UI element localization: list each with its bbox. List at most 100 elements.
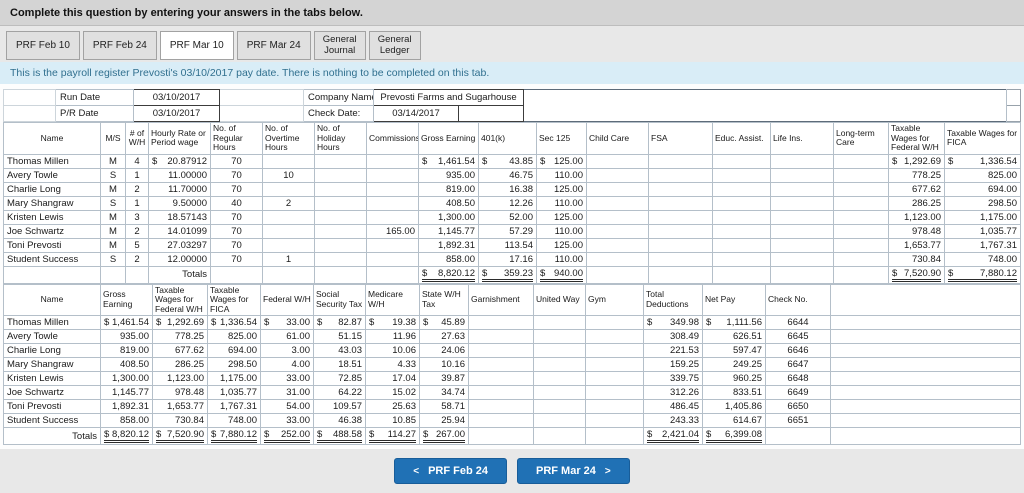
table-row: Charlie Long M 2 11.70000 70 819.00 16.38 125.0… bbox=[3, 181, 1021, 197]
cell: 312.26 bbox=[643, 385, 703, 401]
totals-cell bbox=[125, 265, 149, 284]
cell: 57.29 bbox=[478, 223, 537, 239]
cell bbox=[366, 195, 419, 211]
cell: 778.25 bbox=[888, 167, 945, 183]
cell: 11.96 bbox=[365, 329, 420, 345]
column-header: Sec 125 bbox=[536, 122, 587, 155]
cell: 4.33 bbox=[365, 357, 420, 373]
spacer bbox=[830, 283, 1021, 317]
payroll-register: Run Date 03/10/2017 Company Name: Prevos… bbox=[0, 84, 1024, 450]
cell: 70 bbox=[210, 167, 263, 183]
tab-general-ledger[interactable]: General Ledger bbox=[368, 31, 421, 60]
cell: 110.00 bbox=[536, 251, 587, 267]
cell: 31.00 bbox=[260, 385, 314, 401]
column-header: Check No. bbox=[765, 283, 831, 317]
cell bbox=[712, 153, 771, 169]
cell bbox=[533, 357, 586, 373]
cell bbox=[770, 237, 834, 253]
column-header: # of W/H bbox=[125, 122, 149, 155]
tab-prf-mar-24[interactable]: PRF Mar 24 bbox=[236, 31, 311, 60]
cell: 17.16 bbox=[478, 251, 537, 267]
cell: $20.87912 bbox=[148, 153, 211, 169]
totals-cell: $252.00 bbox=[260, 427, 314, 446]
cell: 858.00 bbox=[100, 413, 153, 429]
cell: 3.00 bbox=[260, 343, 314, 359]
cell: 10.16 bbox=[419, 357, 469, 373]
cell: 748.00 bbox=[207, 413, 261, 429]
cell bbox=[770, 251, 834, 267]
cell bbox=[533, 371, 586, 387]
spacer bbox=[523, 89, 1007, 106]
cell bbox=[833, 181, 889, 197]
cell: $125.00 bbox=[536, 153, 587, 169]
cell: 694.00 bbox=[207, 343, 261, 359]
cell: 597.47 bbox=[702, 343, 766, 359]
cell: 52.00 bbox=[478, 209, 537, 225]
cell: $19.38 bbox=[365, 315, 420, 331]
cell bbox=[648, 195, 713, 211]
cell: Student Success bbox=[3, 413, 101, 429]
cell: Kristen Lewis bbox=[3, 371, 101, 387]
register-header-block: Run Date 03/10/2017 Company Name: Prevos… bbox=[3, 89, 1021, 122]
column-header: Taxable Wages for FICA bbox=[944, 122, 1021, 155]
cell: 960.25 bbox=[702, 371, 766, 387]
tab-prf-mar-10[interactable]: PRF Mar 10 bbox=[159, 31, 234, 60]
table-row: Student Success S 2 12.00000 70 1 858.00 17.16 1… bbox=[3, 251, 1021, 267]
cell bbox=[648, 237, 713, 253]
prev-tab-button[interactable]: < PRF Feb 24 bbox=[394, 458, 507, 485]
spacer bbox=[523, 105, 1007, 122]
cell bbox=[648, 251, 713, 267]
tab-general-journal[interactable]: General Journal bbox=[313, 31, 366, 60]
totals-cell bbox=[765, 427, 831, 446]
cell bbox=[533, 343, 586, 359]
totals-cell: $940.00 bbox=[536, 265, 587, 284]
chevron-right-icon: > bbox=[604, 465, 611, 477]
cell bbox=[833, 167, 889, 183]
column-header: No. of Overtime Hours bbox=[262, 122, 315, 155]
column-header: No. of Regular Hours bbox=[210, 122, 263, 155]
cell: 243.33 bbox=[643, 413, 703, 429]
tab-prf-feb-24[interactable]: PRF Feb 24 bbox=[82, 31, 157, 60]
cell bbox=[468, 343, 534, 359]
cell bbox=[586, 223, 649, 239]
empty-value-box bbox=[457, 105, 525, 122]
cell bbox=[833, 153, 889, 169]
cell: 43.03 bbox=[313, 343, 366, 359]
end-cell bbox=[1006, 105, 1021, 122]
cell bbox=[712, 237, 771, 253]
cell: 40 bbox=[210, 195, 263, 211]
next-tab-button[interactable]: PRF Mar 24 > bbox=[516, 458, 630, 485]
totals-cell: $359.23 bbox=[478, 265, 537, 284]
spacer bbox=[830, 427, 1021, 446]
cell: 1,405.86 bbox=[702, 399, 766, 415]
cell: 113.54 bbox=[478, 237, 537, 253]
cell: 46.38 bbox=[313, 413, 366, 429]
cell: 4.00 bbox=[260, 357, 314, 373]
tab-prf-feb-10[interactable]: PRF Feb 10 bbox=[6, 31, 80, 60]
cell: 6648 bbox=[765, 371, 831, 387]
cell bbox=[770, 181, 834, 197]
cell: 5 bbox=[125, 237, 149, 253]
deductions-table: Name Gross Earning Taxable Wages for Feder… bbox=[3, 283, 1021, 446]
table-row: Toni Prevosti 1,892.31 1,653.77 1,767.31 54.… bbox=[3, 399, 1021, 415]
prev-tab-label: PRF Feb 24 bbox=[428, 465, 488, 478]
cell: M bbox=[100, 181, 126, 197]
column-header: Gym bbox=[585, 283, 644, 317]
column-header: Commissions bbox=[366, 122, 419, 155]
cell: 819.00 bbox=[418, 181, 479, 197]
totals-cell: $7,880.12 bbox=[207, 427, 261, 446]
cell bbox=[586, 181, 649, 197]
column-header: Taxable Wages for Federal W/H bbox=[152, 283, 208, 317]
cell bbox=[314, 181, 367, 197]
cell: 1,653.77 bbox=[152, 399, 208, 415]
column-header: M/S bbox=[100, 122, 126, 155]
cell bbox=[648, 181, 713, 197]
totals-cell bbox=[3, 265, 101, 284]
cell: Mary Shangraw bbox=[3, 195, 101, 211]
cell: 10.06 bbox=[365, 343, 420, 359]
cell bbox=[585, 385, 644, 401]
cell: 125.00 bbox=[536, 209, 587, 225]
spacer bbox=[830, 399, 1021, 415]
cell: 1,175.00 bbox=[207, 371, 261, 387]
cell bbox=[712, 223, 771, 239]
